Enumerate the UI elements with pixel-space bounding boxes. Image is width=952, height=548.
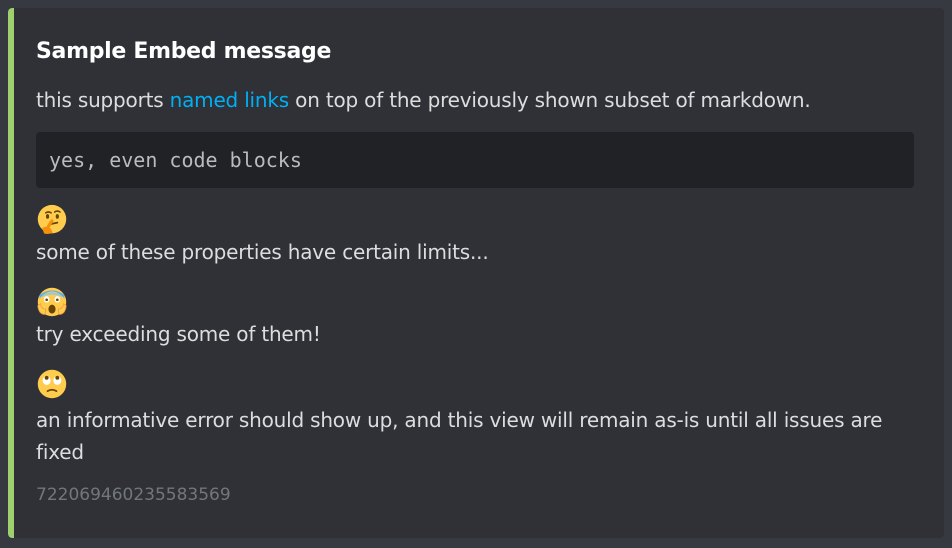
code-block: yes, even code blocks: [36, 132, 914, 188]
embed-accent-bar: [8, 8, 14, 538]
named-link[interactable]: named links: [170, 88, 290, 112]
description-suffix: on top of the previously shown subset of…: [289, 88, 811, 112]
field-text: try exceeding some of them!: [36, 322, 321, 346]
embed-footer: 722069460235583569: [36, 485, 231, 505]
field-text: some of these properties have certain li…: [36, 240, 489, 264]
eye-roll-face-icon: [36, 368, 68, 400]
field-text: an informative error should show up, and…: [36, 408, 883, 464]
description-prefix: this supports: [36, 88, 170, 112]
thinking-face-icon: [36, 204, 68, 236]
embed-description: this supports named links on top of the …: [36, 88, 811, 112]
screaming-face-icon: [36, 286, 68, 318]
code-block-text: yes, even code blocks: [49, 148, 302, 172]
embed-title: Sample Embed message: [36, 39, 332, 64]
embed-card: Sample Embed message this supports named…: [8, 8, 944, 538]
